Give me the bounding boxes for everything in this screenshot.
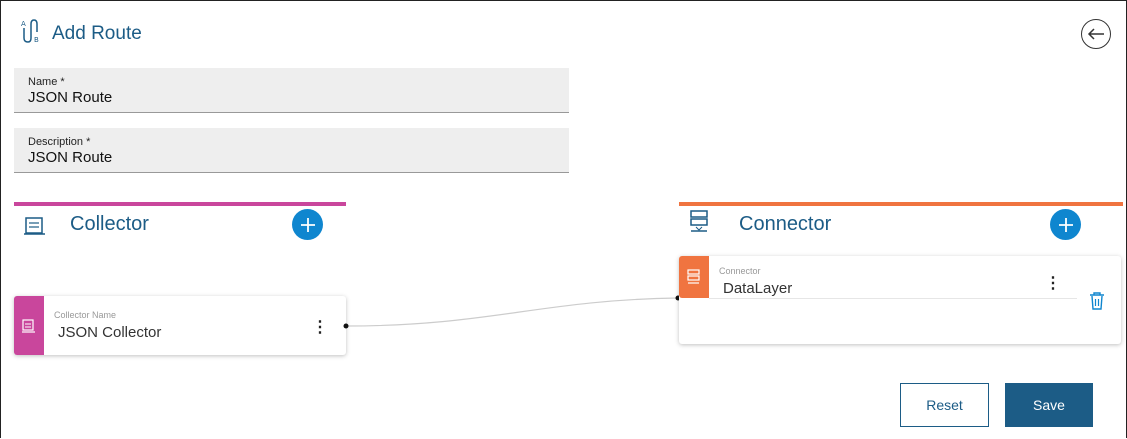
trash-icon[interactable] xyxy=(1089,292,1105,315)
page-frame xyxy=(0,0,1127,438)
name-value: JSON Route xyxy=(28,89,113,106)
page-title: Add Route xyxy=(52,22,142,44)
add-connector-button[interactable] xyxy=(1050,209,1081,240)
connector-accent-bar xyxy=(679,202,1123,206)
connector-title: Connector xyxy=(739,213,832,235)
connector-more-icon[interactable]: ⋮ xyxy=(1045,276,1061,292)
connector-card-stripe xyxy=(679,256,709,298)
page-header: A B Add Route xyxy=(20,18,142,49)
connector-label: Connector xyxy=(719,266,761,276)
back-arrow-icon xyxy=(1087,28,1104,40)
description-value: JSON Route xyxy=(28,149,113,166)
back-button[interactable] xyxy=(1081,19,1111,49)
collector-name-value: JSON Collector xyxy=(58,324,162,341)
route-icon: A B xyxy=(20,18,42,49)
collector-card[interactable]: Collector Name JSON Collector ⋮ xyxy=(14,296,346,355)
save-button[interactable]: Save xyxy=(1005,383,1093,427)
description-label: Description * xyxy=(28,136,91,148)
svg-text:A: A xyxy=(21,20,26,28)
connector-card[interactable]: Connector DataLayer ⋮ xyxy=(679,256,1121,344)
connector-value: DataLayer xyxy=(723,280,793,297)
name-field[interactable]: Name * JSON Route xyxy=(14,68,569,113)
name-label: Name * xyxy=(28,76,65,88)
plus-icon xyxy=(300,217,315,232)
collector-icon xyxy=(24,216,46,241)
add-collector-button[interactable] xyxy=(292,209,323,240)
reset-button[interactable]: Reset xyxy=(900,383,989,427)
collector-card-stripe xyxy=(14,296,44,355)
collector-more-icon[interactable]: ⋮ xyxy=(312,320,328,336)
collector-card-icon xyxy=(22,318,35,333)
collector-title: Collector xyxy=(70,213,149,235)
collector-accent-bar xyxy=(14,202,346,206)
connector-card-icon xyxy=(687,269,700,284)
connector-icon xyxy=(689,210,711,239)
route-connection xyxy=(343,295,681,329)
connector-divider xyxy=(709,298,1077,299)
plus-icon xyxy=(1058,217,1073,232)
collector-name-label: Collector Name xyxy=(54,310,117,320)
description-field[interactable]: Description * JSON Route xyxy=(14,128,569,173)
svg-text:B: B xyxy=(34,36,39,44)
